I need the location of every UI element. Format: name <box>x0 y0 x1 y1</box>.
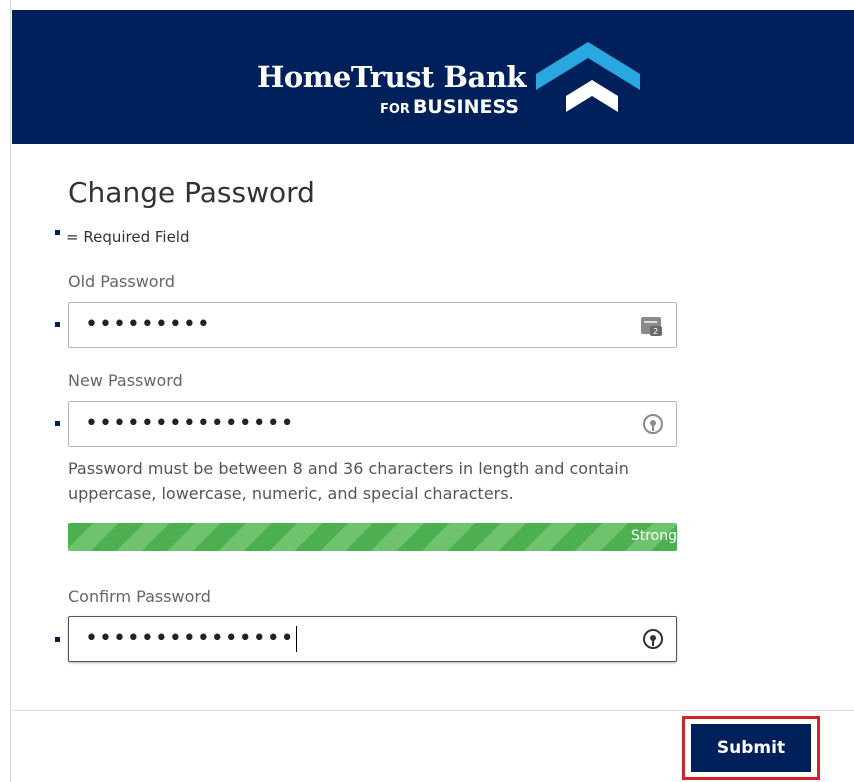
confirm-password-field[interactable]: ••••••••••••••• <box>68 616 677 662</box>
text-caret <box>295 626 297 652</box>
new-password-value: ••••••••••••••• <box>85 411 295 436</box>
new-password-label: New Password <box>68 371 183 390</box>
brand-name: HomeTrust Bank <box>257 60 527 94</box>
brand-subtitle: FOR BUSINESS <box>257 96 519 118</box>
required-legend: = Required Field <box>66 228 190 246</box>
confirm-password-label: Confirm Password <box>68 587 211 606</box>
old-password-value: ••••••••• <box>85 312 211 337</box>
header-banner: HomeTrust Bank FOR BUSINESS <box>12 10 854 144</box>
confirm-password-value: ••••••••••••••• <box>85 626 297 652</box>
password-manager-icon[interactable]: 2 <box>640 314 664 338</box>
footer-divider <box>12 710 854 711</box>
password-requirements-hint: Password must be between 8 and 36 charac… <box>68 459 629 503</box>
brand-logo: HomeTrust Bank FOR BUSINESS <box>257 36 640 126</box>
brand-subtitle-large: BUSINESS <box>412 96 519 118</box>
new-password-field[interactable]: ••••••••••••••• <box>68 401 677 447</box>
svg-text:2: 2 <box>653 327 658 336</box>
roof-logo-icon <box>536 42 640 112</box>
required-marker <box>55 322 60 327</box>
page-border <box>10 0 11 782</box>
page-title: Change Password <box>68 176 315 209</box>
submit-button[interactable]: Submit <box>691 724 811 772</box>
reveal-password-icon[interactable] <box>642 628 664 650</box>
old-password-field[interactable]: ••••••••• 2 <box>68 302 677 348</box>
required-marker <box>55 637 60 642</box>
password-strength-label: Strong <box>630 528 677 544</box>
old-password-label: Old Password <box>68 272 176 291</box>
brand-subtitle-small: FOR <box>379 102 410 117</box>
required-marker <box>55 421 60 426</box>
reveal-password-icon[interactable] <box>642 413 664 435</box>
password-strength-meter: Strong <box>68 523 677 551</box>
